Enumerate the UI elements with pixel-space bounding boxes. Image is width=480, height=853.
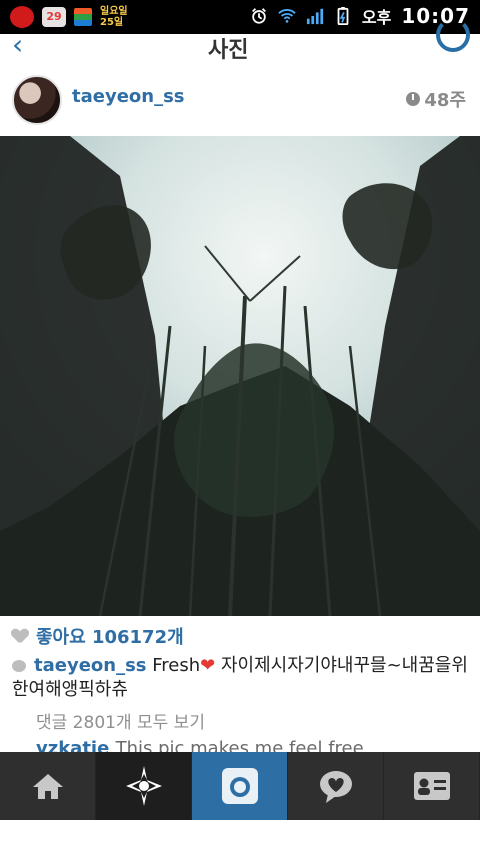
signal-icon [306,8,323,25]
screen-header: ‹ 사진 [0,18,480,65]
caption-text: Fresh [152,655,201,676]
post-timestamp: 48주 [406,86,466,112]
battery-icon [337,7,349,25]
post-header: taeyeon_ss 48주 [0,64,480,137]
likes-count[interactable]: 좋아요 106172개 [36,623,184,649]
calendar-icon: 29 [42,7,66,27]
next-comment: vzkatie This pic makes me feel free [36,738,456,752]
next-comment-username[interactable]: vzkatie [36,738,109,752]
caption-heart: ❤ [200,655,216,676]
tab-camera[interactable] [192,752,288,820]
screen-title: 사진 [208,38,249,63]
bottom-blank [0,820,480,853]
clock-icon [406,92,421,106]
post-age: 48주 [424,90,466,111]
camera-icon [221,768,258,804]
tab-home[interactable] [0,752,96,820]
day-widget: 일요일 25일 [100,6,128,28]
explore-icon [125,766,162,806]
alarm-icon [251,8,266,24]
status-bar: 29 일요일 25일 오후 10:07 [0,0,480,34]
heart-icon [12,629,28,643]
caption: taeyeon_ss Fresh❤ 자이제시자기야내꾸믈~내꿈을위한여해앵픽하츄 [12,654,468,702]
bamboo-forest-image [0,136,480,616]
tab-profile[interactable] [384,752,480,820]
wifi-icon [278,9,296,23]
back-chevron-icon[interactable]: ‹ [12,28,23,61]
day-label-bottom: 25일 [100,17,124,28]
stack-icon [74,8,92,26]
activity-icon [319,771,352,803]
view-comments-link[interactable]: 댓글 2801개 모두 보기 [36,708,205,733]
post-username[interactable]: taeyeon_ss [72,86,185,107]
avatar[interactable] [12,75,62,125]
likes-row[interactable]: 좋아요 106172개 [12,623,184,649]
next-comment-text: This pic makes me feel free [115,738,364,752]
tab-explore[interactable] [96,752,192,820]
bottom-tabbar [0,752,480,820]
ampm-label: 오후 [361,8,392,27]
tab-activity[interactable] [288,752,384,820]
post-photo[interactable] [0,136,480,616]
day-label-top: 일요일 [100,6,128,17]
profile-icon [413,772,450,800]
home-icon [32,774,63,799]
elmo-app-icon [10,6,34,28]
refresh-icon[interactable] [436,18,470,52]
status-right: 오후 10:07 [250,4,470,28]
caption-username[interactable]: taeyeon_ss [34,655,147,676]
comment-icon [12,660,26,672]
status-left-icons: 29 일요일 25일 [10,6,128,28]
calendar-date: 29 [46,10,62,23]
